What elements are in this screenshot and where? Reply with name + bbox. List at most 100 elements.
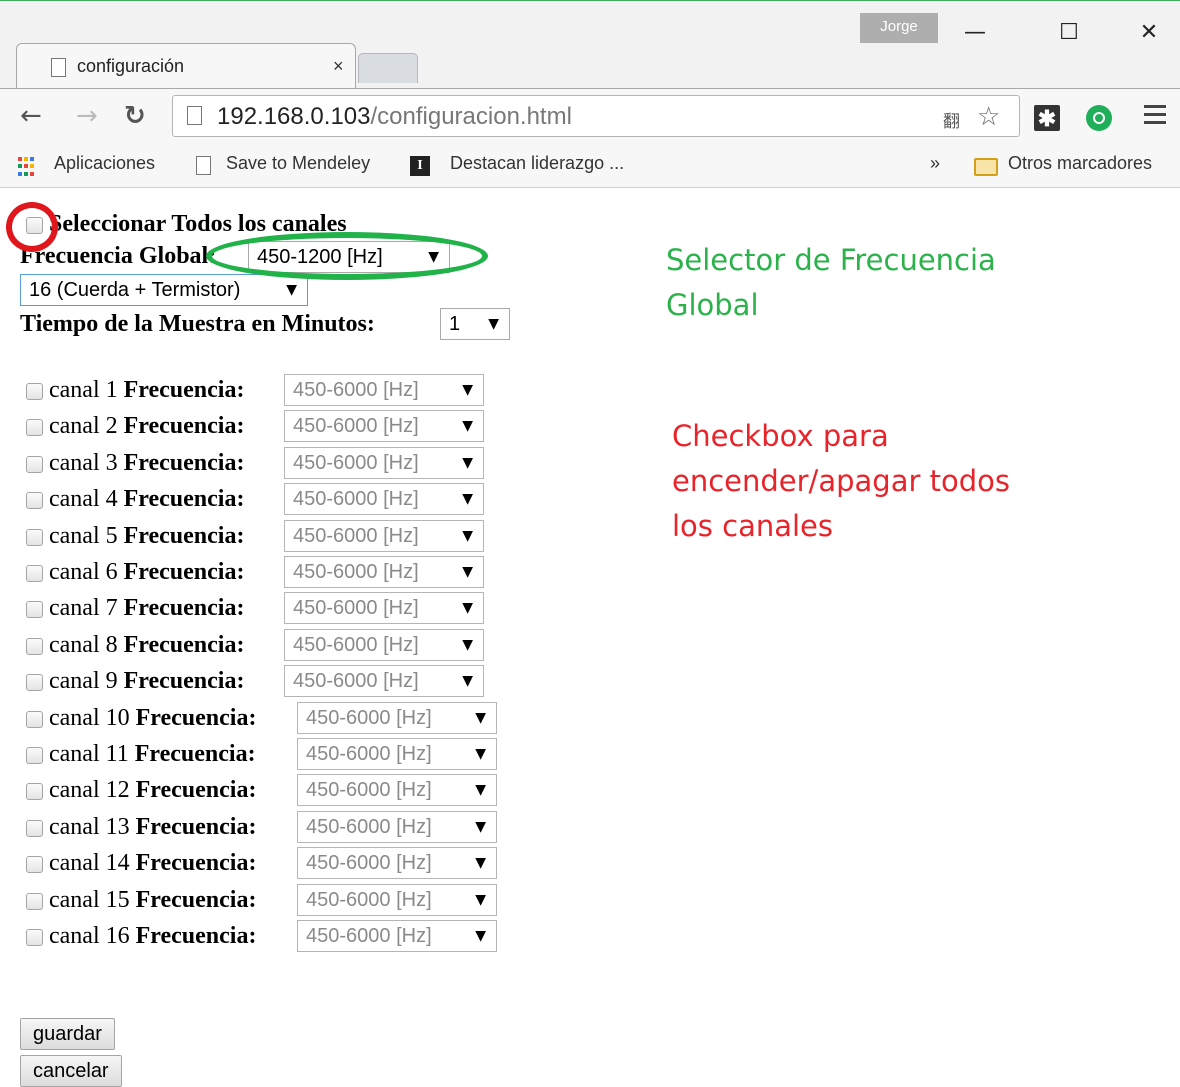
bookmark-apps[interactable]: Aplicaciones [54,153,155,174]
bookmark-destacan[interactable]: Destacan liderazgo ... [450,153,624,174]
translate-icon[interactable]: 翻 [943,107,960,132]
forward-icon[interactable]: → [76,101,98,131]
dropdown-arrow-icon: ▼ [462,418,473,435]
page-content: Seleccionar Todos los canales Frecuencia… [0,188,1180,1087]
channel-freq-select[interactable]: 450-6000 [Hz] ▼ [297,883,497,916]
folder-icon [974,158,998,176]
bookmark-other-folder[interactable]: Otros marcadores [1008,153,1152,174]
channel-freq-select[interactable]: 450-6000 [Hz] ▼ [284,665,484,698]
channel-freq-select[interactable]: 450-6000 [Hz] ▼ [297,701,497,734]
channel-checkbox[interactable] [26,674,43,692]
channel-freq-select[interactable]: 450-6000 [Hz] ▼ [284,446,484,479]
extension-asterisk-icon[interactable]: ✱ [1034,105,1060,131]
channel-row: canal 1 Frecuencia: [26,374,244,406]
tab-title: configuración [77,56,185,76]
dropdown-arrow-icon: ▼ [462,491,473,508]
dropdown-arrow-icon: ▼ [462,564,473,580]
channel-row: canal 15 Frecuencia: [26,884,256,916]
channel-freq-select[interactable]: 450-6000 [Hz] ▼ [297,920,497,952]
channel-checkbox[interactable] [26,856,43,874]
channel-checkbox[interactable] [26,783,43,801]
profile-badge[interactable]: Jorge [860,13,938,43]
annotation-global-selector: Selector de Frecuencia Global [666,243,996,322]
cancel-button[interactable]: cancelar [20,1055,122,1087]
channel-freq-select[interactable]: 450-6000 [Hz] ▼ [284,374,484,406]
channel-freq-select[interactable]: 450-6000 [Hz] ▼ [297,847,497,880]
channel-freq-label: Frecuencia: [135,777,257,804]
channel-checkbox[interactable] [26,746,43,764]
bookmarks-overflow-chevron[interactable]: » [930,153,940,174]
channel-freq-label: Frecuencia: [134,741,256,767]
channel-checkbox[interactable] [26,710,43,728]
channel-checkbox[interactable] [26,637,43,655]
channel-checkbox[interactable] [26,892,43,910]
checkbox-highlight-circle [6,202,58,252]
channel-freq-select[interactable]: 450-6000 [Hz] ▼ [284,556,484,588]
channel-label: canal 11 [49,741,129,767]
sample-time-select[interactable]: 1 ▼ [440,308,510,340]
channel-label: canal 16 [49,923,130,949]
dropdown-arrow-icon: ▼ [462,600,473,617]
select-highlight-ellipse [206,232,488,280]
tab-close-icon[interactable]: × [333,56,344,77]
close-window-button[interactable]: ✕ [1126,15,1172,51]
channel-freq-label: Frecuencia: [135,704,257,731]
channel-checkbox[interactable] [26,928,43,946]
window-titlebar: Jorge — ☐ ✕ configuración × [0,0,1180,89]
channel-freq-label: Frecuencia: [123,486,245,513]
bookmark-star-icon[interactable]: ☆ [977,102,1000,132]
dropdown-arrow-icon: ▼ [475,928,486,944]
new-tab-button[interactable] [358,53,418,83]
channel-freq-select[interactable]: 450-6000 [Hz] ▼ [284,410,484,443]
channel-freq-select[interactable]: 450-6000 [Hz] ▼ [297,810,497,843]
channel-checkbox[interactable] [26,382,43,400]
dropdown-arrow-icon: ▼ [475,709,486,726]
channel-checkbox[interactable] [26,564,43,582]
dropdown-arrow-icon: ▼ [462,636,473,653]
channel-label: canal 13 [49,813,130,840]
menu-icon[interactable] [1144,105,1166,129]
browser-tab[interactable]: configuración × [16,43,356,89]
channel-freq-select[interactable]: 450-6000 [Hz] ▼ [284,628,484,661]
save-button[interactable]: guardar [20,1018,115,1050]
channel-freq-select[interactable]: 450-6000 [Hz] ▼ [297,738,497,770]
channel-label: canal 12 [49,777,130,804]
address-bar[interactable]: 192.168.0.103/configuracion.html 翻 ☆ [172,95,1020,137]
channels-mode-select[interactable]: 16 (Cuerda + Termistor) ▼ [20,274,308,306]
maximize-button[interactable]: ☐ [1046,15,1092,51]
channel-freq-select[interactable]: 450-6000 [Hz] ▼ [297,774,497,807]
dropdown-arrow-icon: ▼ [488,316,499,332]
channel-label: canal 15 [49,886,130,913]
channel-freq-label: Frecuencia: [123,559,245,585]
apps-grid-icon[interactable] [18,157,38,177]
extension-green-circle-icon[interactable] [1086,105,1112,131]
back-icon[interactable]: ← [20,101,42,131]
channel-freq-select[interactable]: 450-6000 [Hz] ▼ [284,592,484,625]
browser-toolbar: ← → ↻ 192.168.0.103/configuracion.html 翻… [0,88,1180,144]
channel-freq-label: Frecuencia: [123,449,245,476]
dropdown-arrow-icon: ▼ [462,382,473,398]
page-info-icon[interactable] [187,106,202,125]
dropdown-arrow-icon: ▼ [286,282,297,298]
channel-row: canal 16 Frecuencia: [26,920,256,952]
reload-icon[interactable]: ↻ [124,101,146,131]
channel-checkbox[interactable] [26,601,43,619]
channel-freq-select[interactable]: 450-6000 [Hz] ▼ [284,483,484,516]
bookmark-mendeley[interactable]: Save to Mendeley [226,153,370,174]
channel-row: canal 3 Frecuencia: [26,447,244,479]
channel-checkbox[interactable] [26,819,43,837]
channel-checkbox[interactable] [26,419,43,437]
channel-row: canal 4 Frecuencia: [26,483,244,515]
minimize-button[interactable]: — [952,15,998,51]
channel-checkbox[interactable] [26,528,43,546]
channel-row: canal 2 Frecuencia: [26,410,244,442]
channel-checkbox[interactable] [26,492,43,510]
channel-checkbox[interactable] [26,455,43,473]
url-text[interactable]: 192.168.0.103/configuracion.html [217,103,572,131]
channel-label: canal 3 [49,449,118,476]
channel-freq-select[interactable]: 450-6000 [Hz] ▼ [284,519,484,552]
channel-row: canal 5 Frecuencia: [26,520,244,552]
dropdown-arrow-icon: ▼ [475,891,486,908]
annotation-select-all: Checkbox para encender/apagar todos los … [672,419,1010,543]
channel-label: canal 4 [49,486,118,513]
